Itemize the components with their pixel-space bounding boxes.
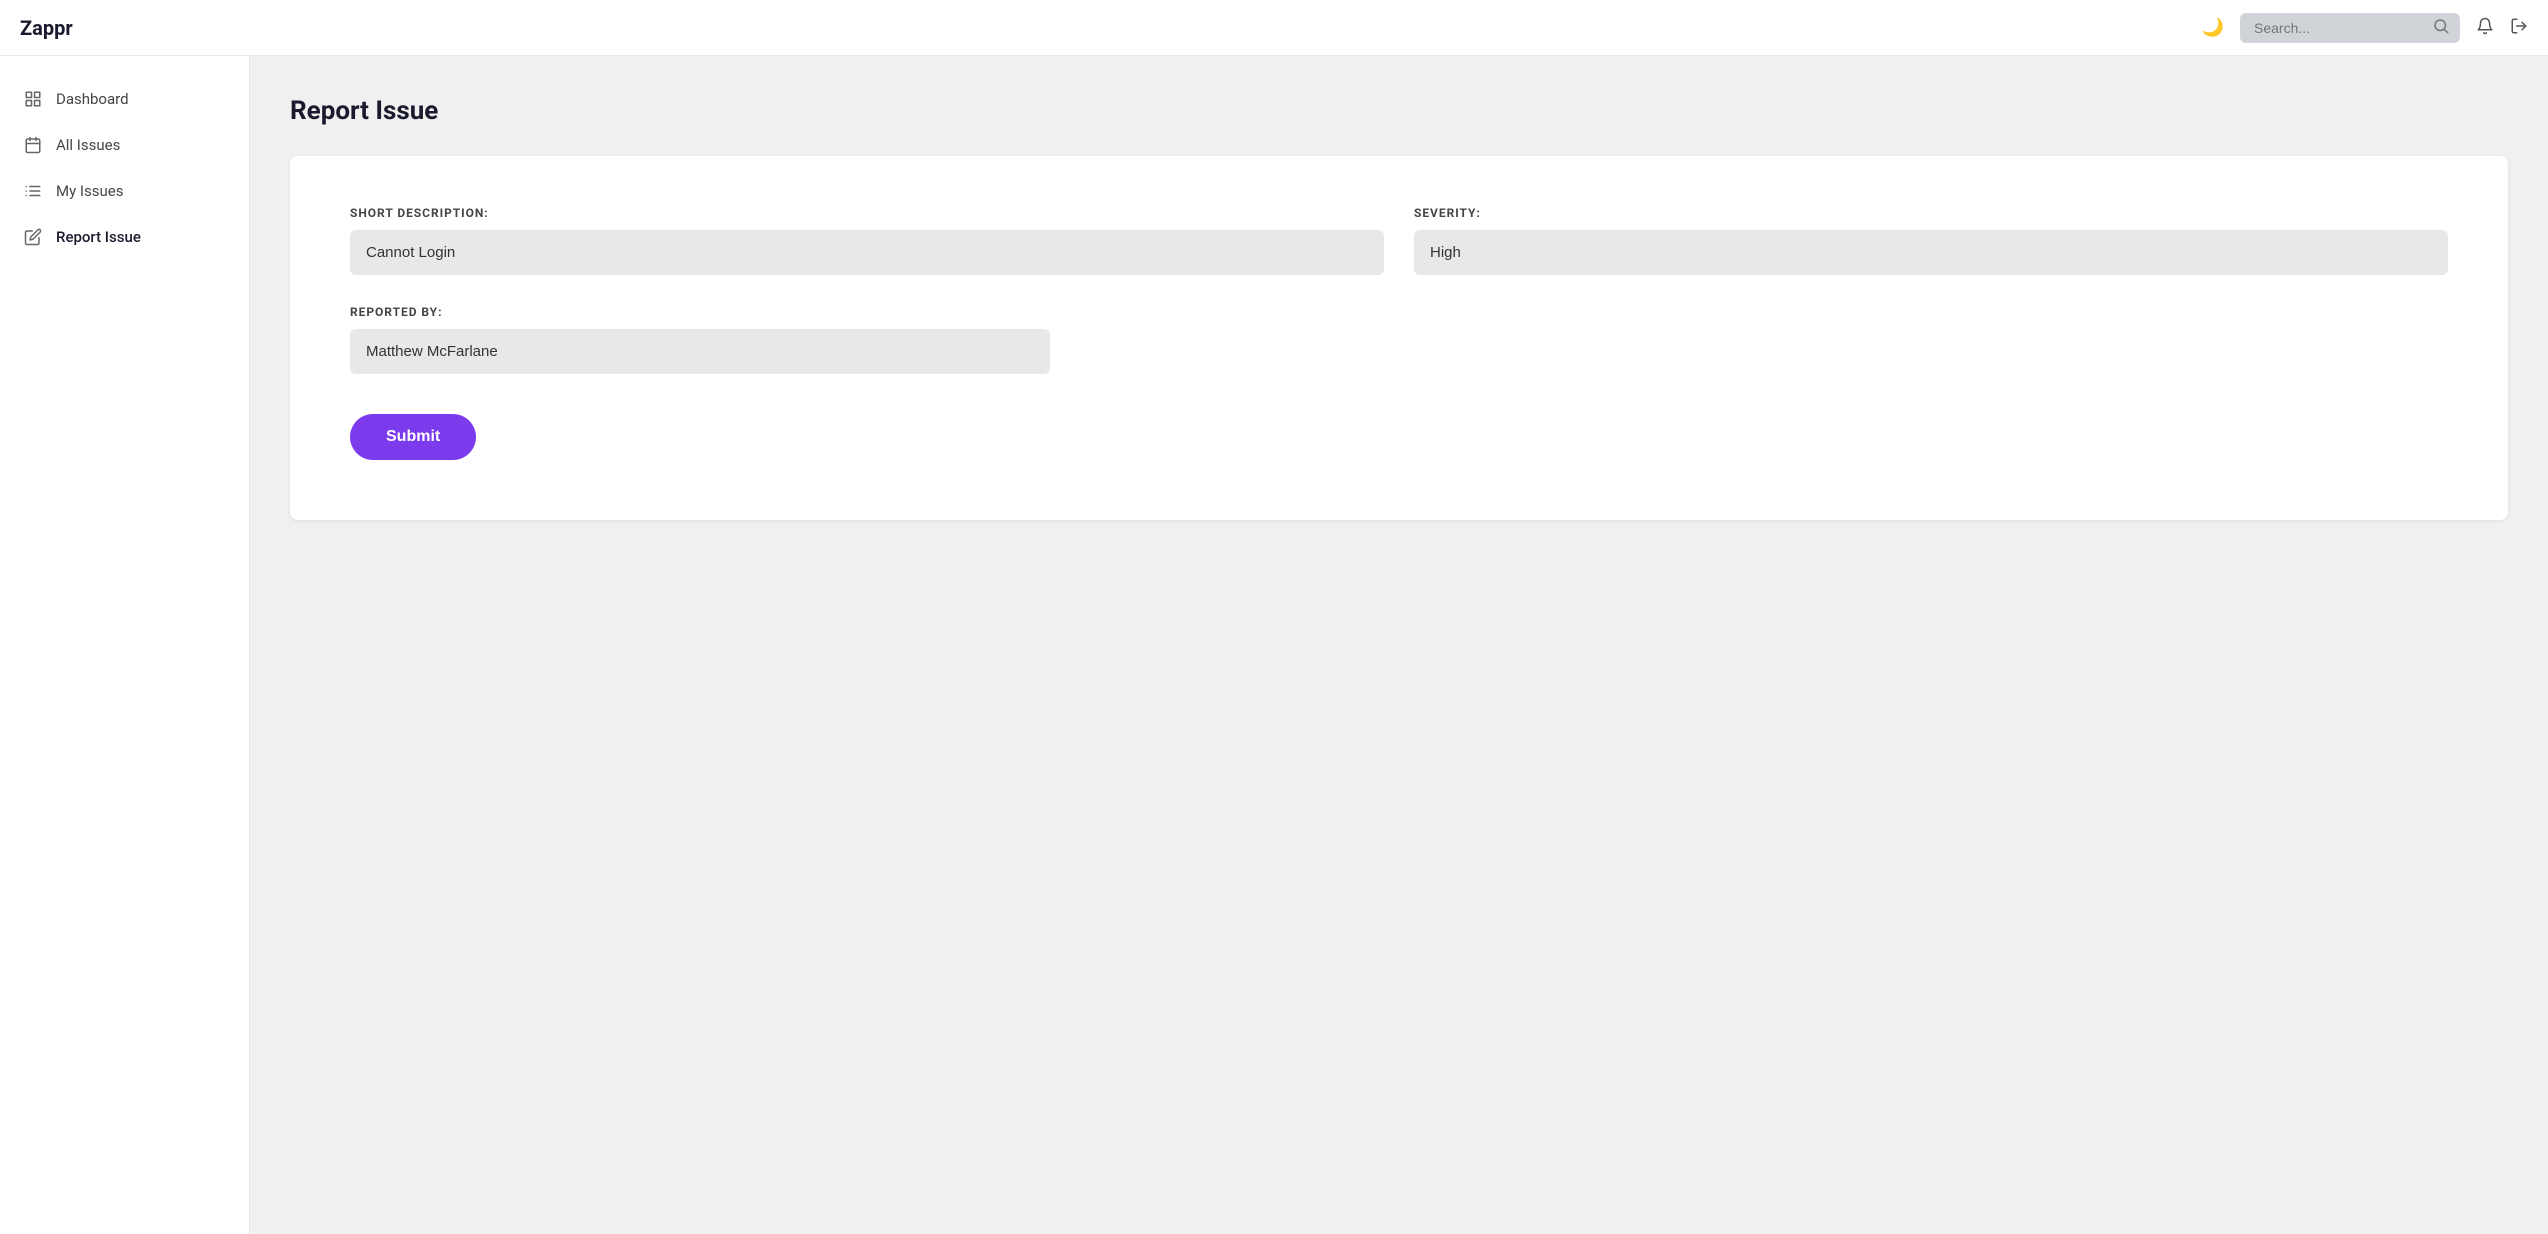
list-icon	[24, 182, 42, 200]
search-input[interactable]	[2240, 13, 2460, 43]
sidebar-item-report-issue[interactable]: Report Issue	[0, 214, 249, 260]
bell-icon[interactable]	[2476, 16, 2494, 40]
form-group-short-description: SHORT DESCRIPTION:	[350, 206, 1384, 275]
sidebar-item-dashboard[interactable]: Dashboard	[0, 76, 249, 122]
sidebar: Dashboard All Issues My Issues Report Is…	[0, 56, 250, 1234]
sidebar-item-label: Report Issue	[56, 228, 141, 246]
reported-by-label: REPORTED BY:	[350, 305, 2448, 319]
reported-by-input[interactable]	[350, 329, 1050, 374]
sidebar-item-label: Dashboard	[56, 90, 129, 108]
calendar-icon	[24, 136, 42, 154]
search-icon	[2432, 17, 2450, 39]
app-logo: Zappr	[20, 16, 73, 40]
header: Zappr 🌙	[0, 0, 2548, 56]
search-container	[2240, 13, 2460, 43]
severity-input[interactable]	[1414, 230, 2448, 275]
layout: Dashboard All Issues My Issues Report Is…	[0, 56, 2548, 1234]
form-row-1: SHORT DESCRIPTION: SEVERITY:	[350, 206, 2448, 275]
logout-icon[interactable]	[2510, 16, 2528, 40]
sidebar-item-all-issues[interactable]: All Issues	[0, 122, 249, 168]
report-issue-form-card: SHORT DESCRIPTION: SEVERITY: REPORTED BY…	[290, 156, 2508, 520]
main-content: Report Issue SHORT DESCRIPTION: SEVERITY…	[250, 56, 2548, 1234]
short-description-input[interactable]	[350, 230, 1384, 275]
dark-mode-icon[interactable]: 🌙	[2202, 17, 2224, 38]
sidebar-item-my-issues[interactable]: My Issues	[0, 168, 249, 214]
short-description-label: SHORT DESCRIPTION:	[350, 206, 1384, 220]
grid-icon	[24, 90, 42, 108]
submit-button[interactable]: Submit	[350, 414, 476, 460]
sidebar-item-label: All Issues	[56, 136, 120, 154]
form-group-reported-by: REPORTED BY:	[350, 305, 2448, 374]
form-group-severity: SEVERITY:	[1414, 206, 2448, 275]
page-title: Report Issue	[290, 96, 2508, 126]
sidebar-item-label: My Issues	[56, 182, 123, 200]
header-actions: 🌙	[2202, 13, 2528, 43]
severity-label: SEVERITY:	[1414, 206, 2448, 220]
edit-icon	[24, 228, 42, 246]
